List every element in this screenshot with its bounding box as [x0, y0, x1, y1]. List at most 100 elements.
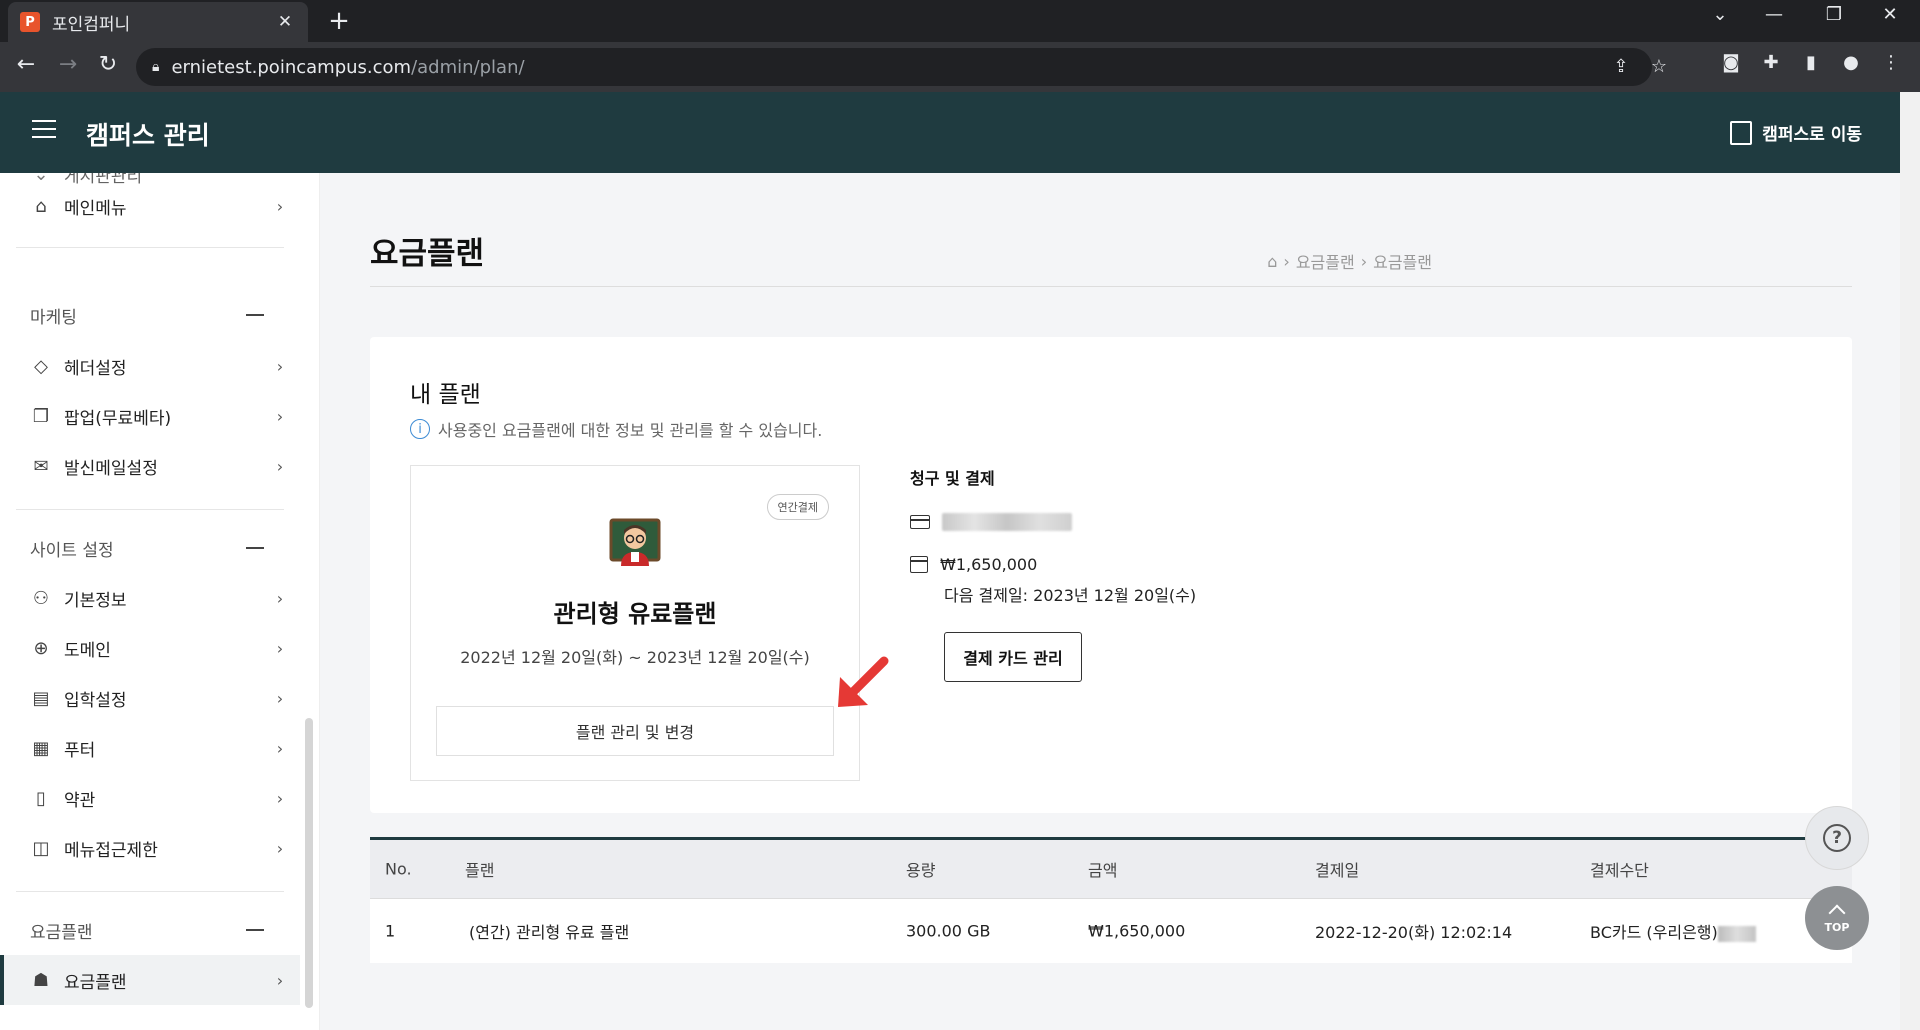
goto-campus-button[interactable]: 캠퍼스로 이동 — [1730, 120, 1862, 145]
billing-section: 청구 및 결제 ₩1,650,000 다음 결제일: 2023년 12월 20일… — [910, 465, 1196, 682]
sidebar-group-site-settings[interactable]: 사이트 설정 — [0, 528, 300, 568]
lock-icon: 🔒︎ — [152, 59, 160, 75]
chevron-right-icon: › — [276, 688, 284, 708]
collapse-icon[interactable] — [246, 929, 264, 931]
cell-plan: (연간) 관리형 유료 플랜 — [469, 923, 630, 942]
sidebar-group-label: 요금플랜 — [30, 922, 93, 943]
sidebar-item-admission[interactable]: ▤ 입학설정 › — [0, 675, 300, 721]
top-label: TOP — [1824, 920, 1850, 934]
close-tab-icon[interactable]: ✕ — [274, 12, 296, 32]
payment-history-table: No. 플랜 용량 금액 결제일 결제수단 1 (연간) 관리형 유료 플랜 3… — [370, 837, 1852, 963]
reload-icon[interactable]: ↻ — [92, 52, 124, 77]
sidebar-item-main-menu[interactable]: ⌂ 메인메뉴 › — [0, 183, 300, 229]
page-scrollbar[interactable] — [1900, 92, 1920, 1030]
new-tab-button[interactable]: + — [324, 6, 354, 36]
camera-icon[interactable]: ◙ — [1716, 52, 1746, 73]
bookmark-star-icon[interactable]: ☆ — [1644, 56, 1674, 77]
billing-type-badge: 연간결제 — [766, 494, 829, 520]
chevron-right-icon: › — [276, 406, 284, 426]
menu-icon[interactable] — [32, 120, 56, 142]
sidebar-item-domain[interactable]: ⊕ 도메인 › — [0, 625, 300, 671]
more-menu-icon[interactable]: ⋮ — [1876, 52, 1906, 73]
breadcrumb-separator: › — [1360, 251, 1368, 271]
breadcrumb-item[interactable]: 요금플랜 — [1296, 249, 1355, 273]
page-title: 요금플랜 — [370, 236, 485, 272]
restore-button[interactable]: ❐ — [1814, 4, 1854, 25]
plan-manage-button[interactable]: 플랜 관리 및 변경 — [436, 706, 834, 756]
sidebar-item-label: 푸터 — [64, 740, 96, 761]
sidebar-scrollbar[interactable] — [305, 718, 313, 1008]
tab-search-icon[interactable]: ⌄ — [1700, 4, 1740, 25]
plan-name: 관리형 유료플랜 — [553, 600, 717, 628]
sidebar-item-menu-access[interactable]: ◫ 메뉴접근제한 › — [0, 825, 300, 871]
url-host: ernietest.poincampus.com — [171, 56, 412, 78]
side-panel-icon[interactable]: ▮ — [1796, 52, 1826, 73]
panel-description: i 사용중인 요금플랜에 대한 정보 및 관리를 할 수 있습니다. — [410, 417, 822, 441]
browser-tab[interactable]: P 포인컴퍼니 ✕ — [8, 2, 308, 42]
chevron-right-icon: › — [276, 738, 284, 758]
profile-icon[interactable]: ● — [1836, 52, 1866, 73]
table-row[interactable]: 1 (연간) 관리형 유료 플랜 300.00 GB ₩1,650,000 20… — [370, 899, 1852, 963]
chevron-right-icon: › — [276, 638, 284, 658]
document-icon: ▤ — [32, 687, 50, 709]
sidebar-item-basic-info[interactable]: ⚇ 기본정보 › — [0, 575, 300, 621]
divider — [16, 509, 284, 510]
exit-icon — [1730, 120, 1753, 145]
chevron-right-icon: › — [276, 788, 284, 808]
sidebar-item-plan[interactable]: ☗ 요금플랜 › — [0, 955, 300, 1005]
extensions-icon[interactable]: ✚ — [1756, 52, 1786, 73]
tags-icon: ◇ — [34, 355, 48, 377]
app-header: 캠퍼스 관리 캠퍼스로 이동 — [0, 92, 1900, 173]
file-text-icon: ▯ — [36, 787, 46, 809]
payment-method-text: BC카드 (우리은행) — [1590, 923, 1718, 942]
close-window-button[interactable]: ✕ — [1870, 4, 1910, 25]
sidebar-item-label: 메뉴접근제한 — [64, 840, 158, 861]
sidebar-item-label: 약관 — [64, 790, 96, 811]
sidebar-item-sender-mail[interactable]: ✉ 발신메일설정 › — [0, 443, 300, 489]
manage-card-button[interactable]: 결제 카드 관리 — [944, 632, 1082, 682]
home-icon[interactable]: ⌂ — [1267, 252, 1277, 271]
column-header: 결제일 — [1315, 861, 1360, 880]
sidebar-item-popup[interactable]: ❐ 팝업(무료베타) › — [0, 393, 300, 439]
chevron-up-icon — [1828, 904, 1846, 921]
browser-tab-bar: P 포인컴퍼니 ✕ + ⌄ — ❐ ✕ — [0, 0, 1920, 42]
column-header: 금액 — [1088, 861, 1118, 880]
scroll-top-button[interactable]: TOP — [1805, 886, 1869, 950]
share-icon[interactable]: ⇪ — [1606, 56, 1636, 77]
teacher-emoji-icon — [609, 518, 661, 566]
help-button[interactable]: ? — [1805, 806, 1869, 870]
chevron-right-icon: › — [276, 196, 284, 216]
collapse-icon[interactable] — [246, 314, 264, 316]
sidebar-item-label: 발신메일설정 — [64, 458, 158, 479]
calendar-icon — [910, 556, 928, 573]
copy-icon: ❐ — [32, 405, 50, 427]
chevron-right-icon: › — [276, 588, 284, 608]
billing-amount: ₩1,650,000 — [940, 555, 1038, 574]
minimize-button[interactable]: — — [1754, 4, 1794, 25]
sidebar-item-label: 팝업(무료베타) — [64, 408, 172, 429]
mail-icon: ✉ — [33, 455, 49, 477]
cell-amount: ₩1,650,000 — [1088, 921, 1186, 941]
sidebar-item-header-settings[interactable]: ◇ 헤더설정 › — [0, 343, 300, 389]
back-icon[interactable]: ← — [10, 52, 42, 77]
forward-icon[interactable]: → — [52, 52, 84, 77]
globe-icon: ⊕ — [33, 637, 49, 659]
sidebar-item-footer[interactable]: ▦ 푸터 › — [0, 725, 300, 771]
chevron-right-icon: › — [276, 456, 284, 476]
sidebar-group-marketing[interactable]: 마케팅 — [0, 295, 300, 335]
tag-icon: ⌂ — [35, 195, 47, 217]
cell-no: 1 — [385, 921, 396, 941]
divider — [16, 247, 284, 248]
masked-card-number — [942, 513, 1072, 531]
sidebar-group-plan[interactable]: 요금플랜 — [0, 910, 300, 950]
users-icon: ⚇ — [32, 587, 50, 609]
sidebar-item-terms[interactable]: ▯ 약관 › — [0, 775, 300, 821]
plan-period: 2022년 12월 20일(화) ~ 2023년 12월 20일(수) — [460, 648, 810, 667]
chevron-right-icon: › — [276, 356, 284, 376]
collapse-icon[interactable] — [246, 547, 264, 549]
address-bar: ← → ↻ 🔒︎ ernietest.poincampus.com /admin… — [0, 42, 1920, 92]
panel-title: 내 플랜 — [410, 382, 481, 408]
sidebar-item-label: 입학설정 — [64, 690, 127, 711]
app-title: 캠퍼스 관리 — [86, 121, 210, 150]
url-field[interactable]: 🔒︎ ernietest.poincampus.com /admin/plan/… — [136, 48, 1667, 86]
